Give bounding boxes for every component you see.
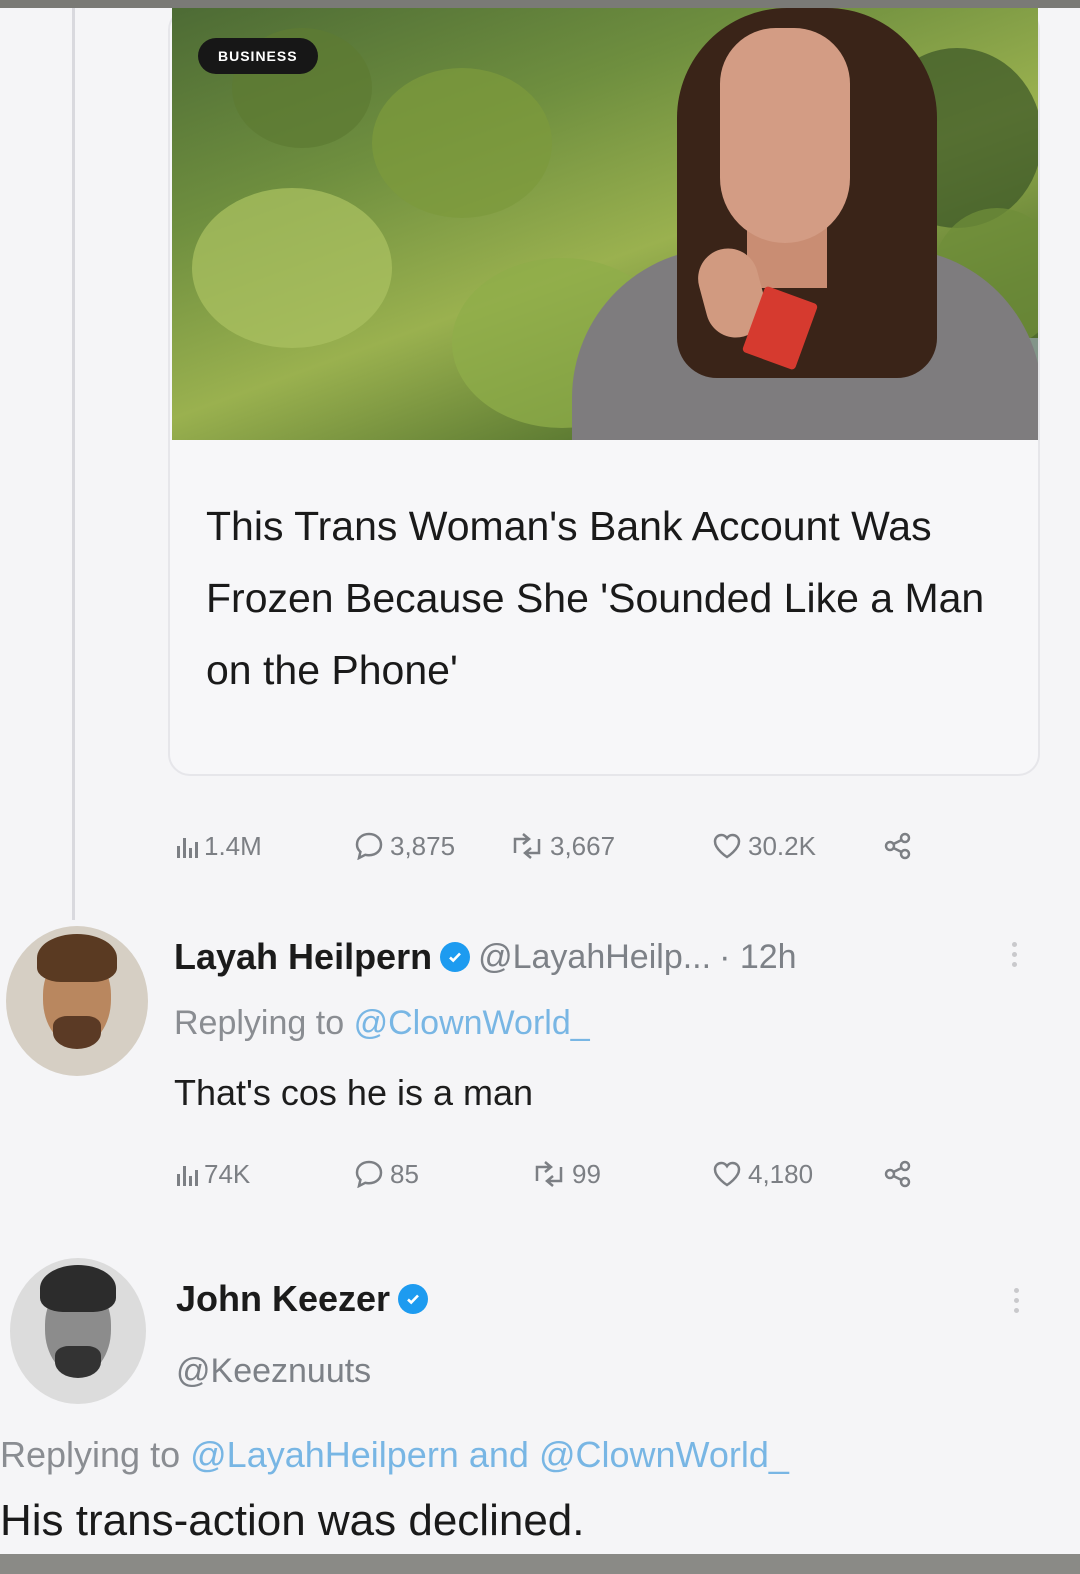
reply2-replying-to: Replying to @LayahHeilpern and @ClownWor…	[0, 1434, 789, 1476]
reply2-text: His trans-action was declined.	[0, 1496, 585, 1545]
mention-link[interactable]: @LayahHeilpern	[190, 1434, 459, 1475]
views-stat[interactable]: 74K	[176, 1154, 250, 1194]
post-stats-bar: 1.4M 3,875 3,667 30.2K	[176, 826, 956, 866]
replies-stat[interactable]: 3,875	[354, 826, 455, 866]
reply1-replying-to: Replying to @ClownWorld_	[174, 1004, 590, 1043]
share-button[interactable]	[884, 826, 912, 866]
reply1-author-name[interactable]: Layah Heilpern	[174, 936, 432, 978]
replying-and: and	[468, 1434, 529, 1475]
reply1-more-icon[interactable]	[1012, 942, 1018, 967]
share-icon	[884, 1160, 911, 1188]
repost-arrows-icon	[513, 833, 541, 859]
thread-line	[72, 8, 75, 920]
bar-chart-icon	[177, 1166, 198, 1186]
reposts-count: 99	[572, 1158, 601, 1189]
likes-stat[interactable]: 30.2K	[712, 826, 816, 866]
reposts-stat[interactable]: 3,667	[510, 826, 615, 866]
reply1-stats-bar: 74K 85 99 4,180	[176, 1154, 956, 1194]
mention-link[interactable]: @ClownWorld_	[354, 1004, 590, 1042]
speech-bubble-icon	[355, 1160, 383, 1188]
reply2-handle[interactable]: @Keeznuuts	[176, 1352, 371, 1391]
views-count: 74K	[204, 1158, 251, 1189]
reply2-author-name[interactable]: John Keezer	[176, 1278, 390, 1320]
article-image[interactable]: BUSINESS	[172, 8, 1038, 440]
category-badge: BUSINESS	[198, 38, 318, 74]
replying-prefix: Replying to	[174, 1004, 345, 1042]
reply2-more-icon[interactable]	[1014, 1288, 1020, 1313]
replies-count: 85	[390, 1158, 419, 1189]
likes-count: 30.2K	[748, 830, 816, 861]
repost-arrows-icon	[535, 1161, 563, 1187]
reply1-header: Layah Heilpern @LayahHeilp... · 12h	[174, 936, 797, 978]
share-button[interactable]	[884, 1154, 912, 1194]
verified-badge-icon	[440, 942, 471, 972]
reply1-handle[interactable]: @LayahHeilp...	[478, 938, 711, 977]
reposts-count: 3,667	[550, 830, 616, 861]
heart-icon	[713, 833, 741, 859]
share-icon	[884, 832, 911, 860]
views-count: 1.4M	[204, 830, 262, 861]
avatar-john[interactable]	[10, 1258, 146, 1404]
screenshot-canvas: BUSINESS This Trans Woman's Bank Account…	[0, 8, 1080, 1554]
replying-prefix: Replying to	[0, 1434, 181, 1475]
views-stat[interactable]: 1.4M	[176, 826, 262, 866]
heart-icon	[713, 1161, 741, 1187]
reply2-header: John Keezer	[176, 1278, 429, 1320]
bar-chart-icon	[177, 838, 198, 858]
speech-bubble-icon	[355, 832, 383, 860]
article-headline[interactable]: This Trans Woman's Bank Account Was Froz…	[206, 490, 1016, 706]
reply1-timestamp[interactable]: · 12h	[719, 938, 797, 977]
bottom-edge	[0, 1554, 1080, 1574]
likes-stat[interactable]: 4,180	[712, 1154, 813, 1194]
avatar-layah[interactable]	[6, 926, 148, 1076]
replies-count: 3,875	[390, 830, 456, 861]
likes-count: 4,180	[748, 1158, 814, 1189]
reposts-stat[interactable]: 99	[532, 1154, 601, 1194]
reply1-text: That's cos he is a man	[174, 1072, 534, 1113]
verified-badge-icon	[398, 1284, 429, 1314]
replies-stat[interactable]: 85	[354, 1154, 419, 1194]
mention-link[interactable]: @ClownWorld_	[539, 1434, 789, 1475]
